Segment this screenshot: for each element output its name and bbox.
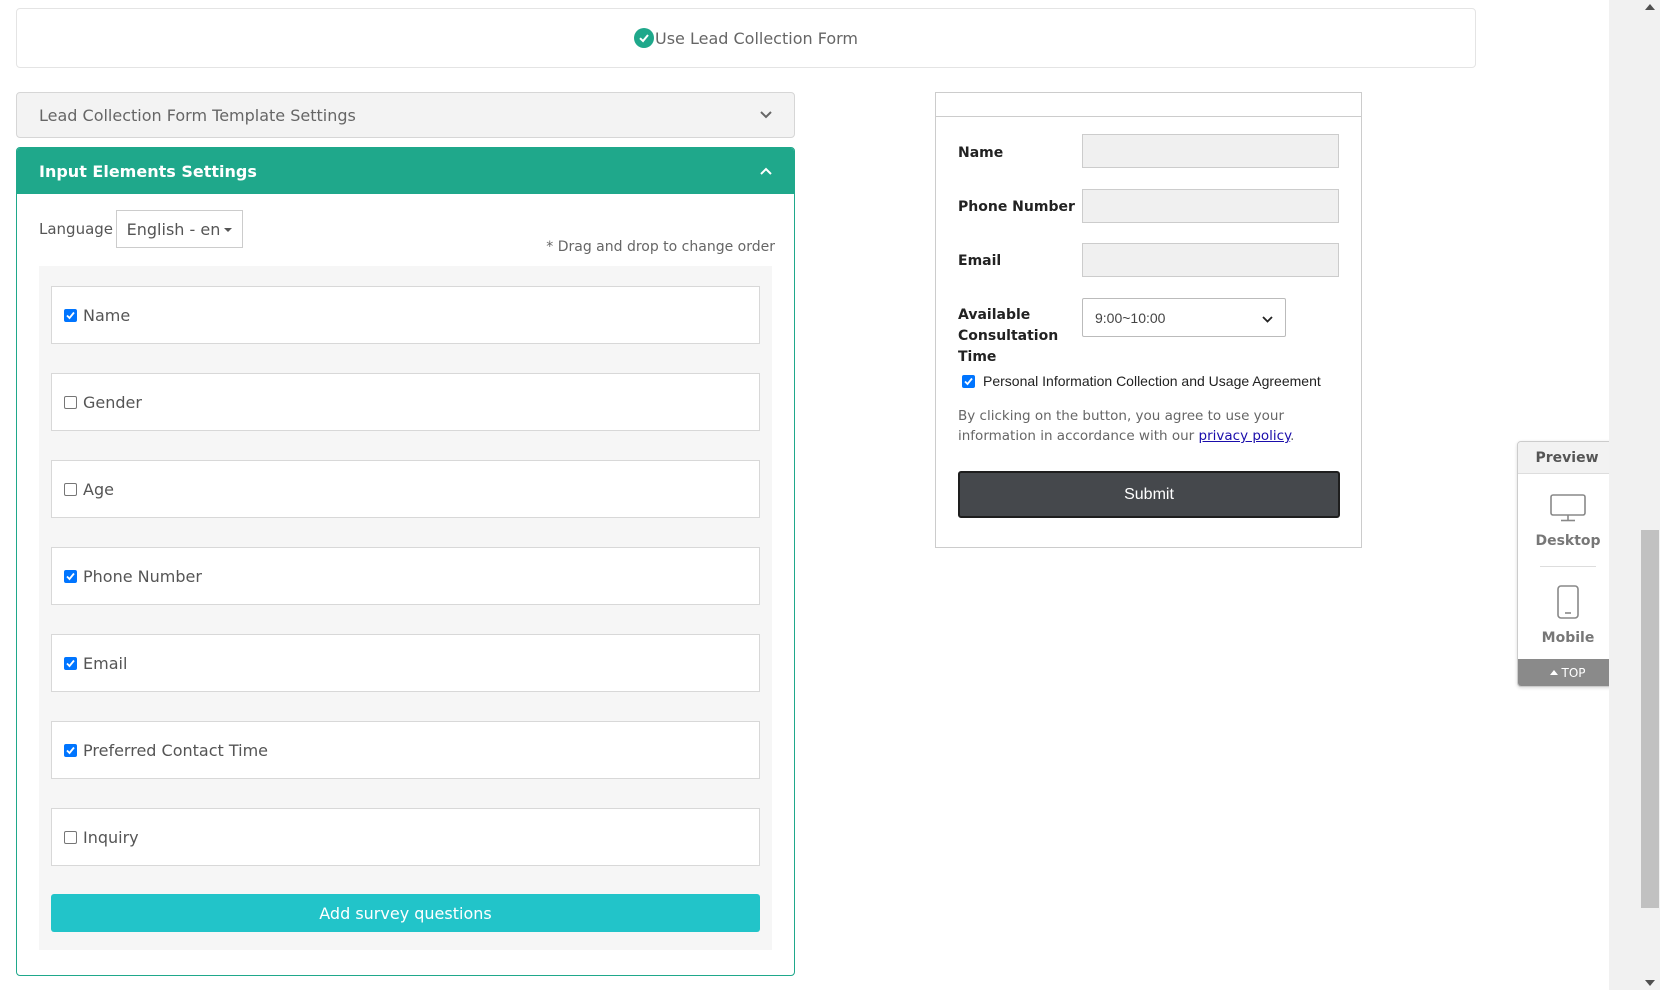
elements-list: Name Gender Age Phone Number Email Prefe… (39, 266, 772, 950)
preview-phone-input[interactable] (1082, 189, 1339, 223)
element-label: Age (83, 479, 114, 499)
preview-desktop-button[interactable]: Desktop (1518, 494, 1616, 549)
scrollbar-thumb[interactable] (1641, 530, 1659, 908)
element-row-preferred-contact-time[interactable]: Preferred Contact Time (51, 721, 760, 779)
scroll-to-top-button[interactable]: TOP (1518, 659, 1616, 686)
element-row-email[interactable]: Email (51, 634, 760, 692)
use-lead-form-label: Use Lead Collection Form (654, 28, 859, 48)
element-checkbox[interactable] (64, 569, 77, 583)
chevron-up-icon (760, 162, 772, 180)
arrow-up-icon (1550, 670, 1559, 675)
chevron-down-icon (1262, 310, 1273, 326)
use-lead-form-toggle[interactable]: Use Lead Collection Form (16, 8, 1476, 68)
preview-name-input[interactable] (1082, 134, 1339, 168)
form-preview-topbar (936, 93, 1361, 117)
preview-time-label-line1: Available (958, 307, 1031, 323)
preview-agreement-checkbox[interactable] (962, 374, 975, 388)
element-checkbox[interactable] (64, 830, 77, 844)
element-checkbox[interactable] (64, 308, 77, 322)
preview-mode-widget: Preview Desktop Mobile TOP (1517, 441, 1617, 687)
preview-agreement-label: Personal Information Collection and Usag… (983, 373, 1321, 389)
element-label: Phone Number (83, 566, 202, 586)
scroll-up-arrow-icon[interactable] (1645, 4, 1655, 10)
caret-down-icon (224, 228, 233, 232)
input-elements-accordion: Input Elements Settings Language English… (16, 147, 795, 976)
chevron-down-icon (760, 106, 772, 124)
element-label: Name (83, 305, 131, 325)
preview-name-label: Name (958, 145, 1004, 161)
check-circle-icon (633, 28, 654, 48)
top-label: TOP (1561, 665, 1586, 680)
mobile-label: Mobile (1541, 630, 1595, 646)
preview-mobile-button[interactable]: Mobile (1518, 585, 1616, 646)
scroll-down-arrow-icon[interactable] (1645, 980, 1655, 986)
preview-email-label: Email (958, 253, 1002, 269)
preview-widget-divider (1540, 566, 1596, 567)
drag-hint: * Drag and drop to change order (546, 239, 775, 255)
element-row-gender[interactable]: Gender (51, 373, 760, 431)
template-settings-accordion[interactable]: Lead Collection Form Template Settings (16, 92, 795, 138)
desktop-icon (1550, 494, 1586, 527)
preview-phone-label: Phone Number (958, 199, 1075, 215)
preview-time-label-line2: Consultation (958, 328, 1059, 344)
preview-agreement: Personal Information Collection and Usag… (962, 373, 1321, 389)
preview-consent-note: By clicking on the button, you agree to … (958, 406, 1318, 446)
desktop-label: Desktop (1535, 533, 1601, 549)
element-row-inquiry[interactable]: Inquiry (51, 808, 760, 866)
preview-submit-button[interactable]: Submit (958, 471, 1340, 518)
preview-widget-title: Preview (1518, 442, 1616, 474)
preview-time-label-line3: Time (958, 349, 997, 365)
element-checkbox[interactable] (64, 395, 77, 409)
preview-time-select[interactable]: 9:00~10:00 (1082, 298, 1286, 337)
language-label: Language (39, 220, 114, 238)
input-elements-header[interactable]: Input Elements Settings (17, 148, 794, 194)
element-label: Gender (83, 392, 142, 412)
template-settings-title: Lead Collection Form Template Settings (39, 105, 356, 125)
input-elements-title: Input Elements Settings (39, 161, 257, 181)
element-label: Preferred Contact Time (83, 740, 269, 760)
element-checkbox[interactable] (64, 743, 77, 757)
element-row-age[interactable]: Age (51, 460, 760, 518)
element-checkbox[interactable] (64, 482, 77, 496)
preview-email-input[interactable] (1082, 243, 1339, 277)
form-preview: Name Phone Number Email Available Consul… (935, 92, 1362, 548)
add-survey-questions-button[interactable]: Add survey questions (51, 894, 760, 932)
consent-note-end: . (1290, 428, 1295, 444)
element-label: Email (83, 653, 128, 673)
element-row-name[interactable]: Name (51, 286, 760, 344)
preview-time-value: 9:00~10:00 (1095, 309, 1166, 326)
privacy-policy-link[interactable]: privacy policy (1199, 428, 1291, 444)
mobile-icon (1557, 585, 1579, 624)
language-dropdown[interactable]: English - en (116, 210, 243, 248)
language-value: English - en (126, 219, 221, 239)
element-label: Inquiry (83, 827, 139, 847)
element-checkbox[interactable] (64, 656, 77, 670)
element-row-phone-number[interactable]: Phone Number (51, 547, 760, 605)
